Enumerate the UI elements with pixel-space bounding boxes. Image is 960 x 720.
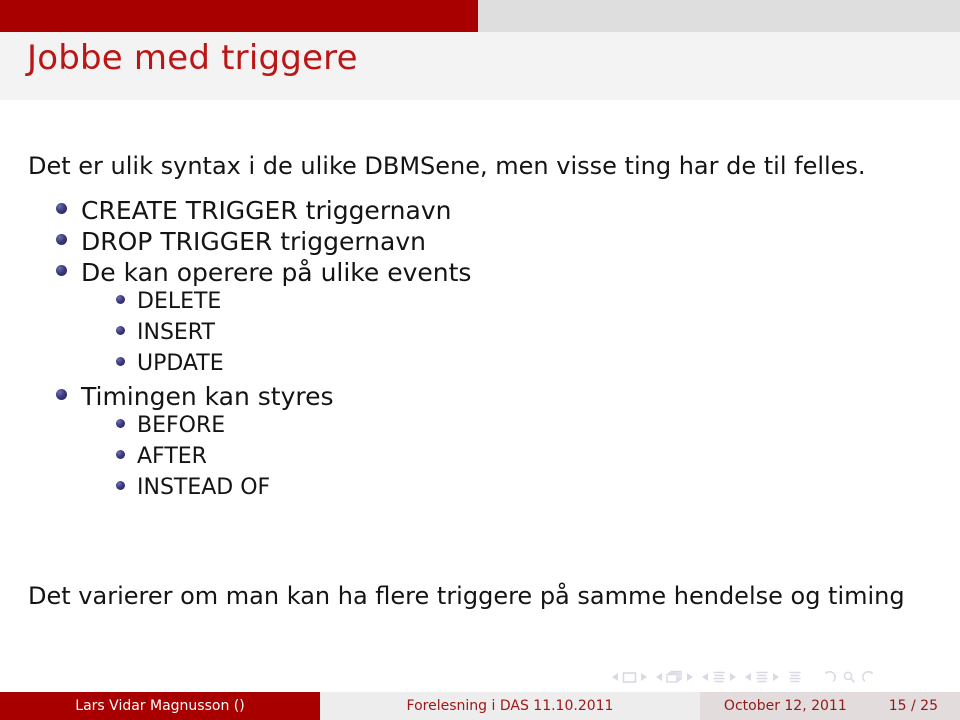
prev-frame-icon[interactable] bbox=[656, 673, 662, 681]
list-item-label: INSERT bbox=[137, 320, 215, 345]
next-section-icon[interactable] bbox=[773, 673, 779, 681]
list-item-label: DELETE bbox=[137, 289, 222, 314]
bullet-icon bbox=[56, 389, 67, 400]
outro-text: Det varierer om man kan ha flere trigger… bbox=[28, 582, 905, 610]
list-item: CREATE TRIGGER triggernavn bbox=[0, 198, 960, 229]
list-item-label: AFTER bbox=[137, 444, 207, 469]
header-bar bbox=[0, 0, 960, 32]
next-slide-icon[interactable] bbox=[641, 673, 647, 681]
footer-author: Lars Vidar Magnusson () bbox=[0, 692, 320, 720]
bullet-icon bbox=[116, 357, 125, 366]
intro-text: Det er ulik syntax i de ulike DBMSene, m… bbox=[28, 152, 866, 180]
list-item: INSERT bbox=[0, 322, 960, 353]
slide-navigation-group bbox=[612, 671, 647, 684]
prev-slide-icon[interactable] bbox=[612, 673, 618, 681]
back-icon[interactable] bbox=[822, 670, 836, 684]
list-item: BEFORE bbox=[0, 415, 960, 446]
list-item: AFTER bbox=[0, 446, 960, 477]
frame-navigation-group bbox=[656, 670, 693, 684]
list-item: De kan operere på ulike events bbox=[0, 260, 960, 291]
list-item: Timingen kan styres bbox=[0, 384, 960, 415]
slide-body: Det er ulik syntax i de ulike DBMSene, m… bbox=[0, 100, 960, 660]
next-subsection-icon[interactable] bbox=[730, 673, 736, 681]
subsection-navigation-group bbox=[702, 670, 736, 684]
footer-title: Forelesning i DAS 11.10.2011 bbox=[320, 692, 700, 720]
subsection-icon[interactable] bbox=[712, 670, 726, 684]
section-icon[interactable] bbox=[755, 670, 769, 684]
navigation-symbols bbox=[612, 666, 942, 688]
next-frame-icon[interactable] bbox=[687, 673, 693, 681]
list-item-label: BEFORE bbox=[137, 413, 226, 438]
slide-footer: Lars Vidar Magnusson () Forelesning i DA… bbox=[0, 692, 960, 720]
list-item-label: CREATE TRIGGER triggernavn bbox=[81, 196, 452, 225]
slide-icon[interactable] bbox=[622, 671, 637, 684]
footer-date: October 12, 2011 bbox=[723, 698, 847, 714]
bullet-icon bbox=[116, 326, 125, 335]
bullet-list: CREATE TRIGGER triggernavn DROP TRIGGER … bbox=[0, 198, 960, 508]
frame-icon[interactable] bbox=[666, 670, 683, 684]
footer-meta: October 12, 2011 15 / 25 bbox=[700, 692, 960, 720]
list-item: DROP TRIGGER triggernavn bbox=[0, 229, 960, 260]
list-item-label: INSTEAD OF bbox=[137, 475, 271, 500]
bullet-icon bbox=[56, 265, 67, 276]
bullet-icon bbox=[116, 481, 125, 490]
bullet-icon bbox=[116, 295, 125, 304]
list-item: DELETE bbox=[0, 291, 960, 322]
list-item-label: De kan operere på ulike events bbox=[81, 258, 472, 287]
bullet-icon bbox=[116, 419, 125, 428]
bullet-icon bbox=[56, 234, 67, 245]
presentation-slide: Jobbe med triggere Det er ulik syntax i … bbox=[0, 0, 960, 720]
list-item-label: UPDATE bbox=[137, 351, 224, 376]
bullet-icon bbox=[116, 450, 125, 459]
section-navigation-group bbox=[745, 670, 779, 684]
document-navigation-group bbox=[822, 670, 876, 684]
forward-icon[interactable] bbox=[862, 670, 876, 684]
list-item-label: DROP TRIGGER triggernavn bbox=[81, 227, 426, 256]
prev-section-icon[interactable] bbox=[745, 673, 751, 681]
list-item: UPDATE bbox=[0, 353, 960, 384]
list-item: INSTEAD OF bbox=[0, 477, 960, 508]
footer-page-number: 15 / 25 bbox=[888, 698, 938, 714]
search-icon[interactable] bbox=[842, 670, 856, 684]
header-bar-accent bbox=[0, 0, 478, 32]
bullet-icon bbox=[56, 203, 67, 214]
page-title: Jobbe med triggere bbox=[27, 38, 358, 78]
list-item-label: Timingen kan styres bbox=[81, 382, 334, 411]
prev-subsection-icon[interactable] bbox=[702, 673, 708, 681]
presentation-icon[interactable] bbox=[788, 670, 802, 684]
title-band: Jobbe med triggere bbox=[0, 32, 960, 100]
header-bar-filler bbox=[478, 0, 960, 32]
